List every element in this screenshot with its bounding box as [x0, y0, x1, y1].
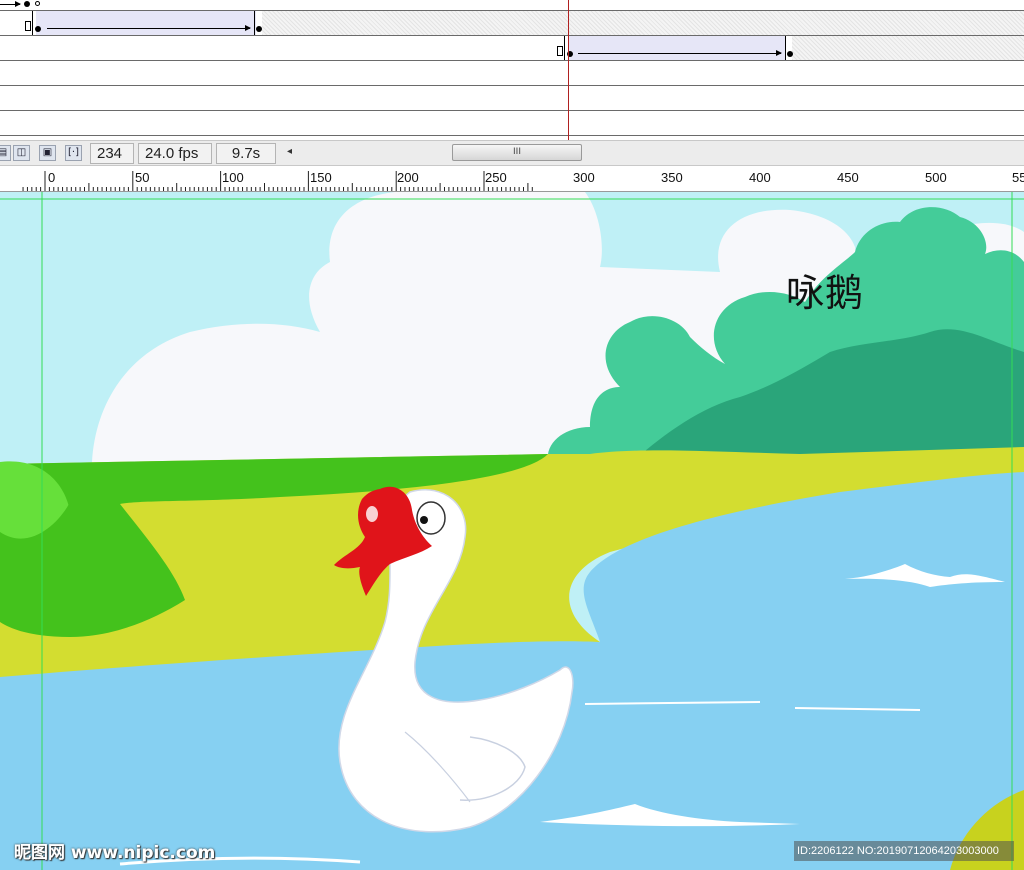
ruler-label: 450 — [837, 170, 859, 185]
ruler-label: 250 — [485, 170, 507, 185]
frame-divider — [564, 36, 565, 60]
frame-span-hatched — [262, 11, 1024, 35]
ruler-ticks — [22, 171, 533, 191]
ruler-label: 0 — [48, 170, 56, 185]
keyframe[interactable] — [787, 51, 793, 57]
keyframe[interactable] — [35, 26, 41, 32]
ruler-label: 350 — [661, 170, 683, 185]
current-frame-field[interactable]: 234 — [90, 143, 134, 164]
frame-divider — [32, 11, 33, 35]
keyframe[interactable] — [256, 26, 262, 32]
tween-arrow — [47, 25, 251, 31]
swan-pupil — [420, 516, 428, 524]
timeline-layer-row[interactable] — [0, 36, 1024, 61]
timeline-layer-row[interactable] — [0, 61, 1024, 86]
tween-arrow — [578, 50, 782, 56]
watermark-logo: 昵图网 www.nipic.com — [14, 843, 216, 863]
elapsed-time-field: 9.7s — [216, 143, 276, 164]
playhead[interactable] — [568, 0, 569, 140]
tween-span[interactable] — [36, 11, 256, 35]
ruler-label: 150 — [310, 170, 332, 185]
timeline-layer-row[interactable] — [0, 111, 1024, 136]
scroll-left-arrow-icon[interactable]: ◂ — [287, 146, 292, 157]
ruler-label: 55 — [1012, 170, 1024, 185]
blank-keyframe[interactable] — [557, 46, 563, 56]
stage-canvas[interactable]: 咏鹅 昵图网 www.nipic.com ID:2206122 NO:20190… — [0, 192, 1024, 870]
tween-arrow — [0, 1, 21, 7]
frame-rate-field[interactable]: 24.0 fps — [138, 143, 212, 164]
edit-multiple-frames-icon[interactable]: ▣ — [39, 145, 56, 161]
beak-highlight — [366, 506, 378, 522]
ruler-label: 50 — [135, 170, 150, 185]
watermark-id: ID:2206122 NO:20190712064203003000 — [794, 841, 1014, 861]
modify-markers-icon[interactable]: [·] — [65, 145, 82, 161]
empty-keyframe[interactable] — [35, 1, 40, 6]
ruler-label: 400 — [749, 170, 771, 185]
tween-span[interactable] — [568, 36, 786, 60]
horizontal-ruler: 0 50 100 150 200 250 300 350 400 450 500… — [0, 166, 1024, 192]
ruler-label: 200 — [397, 170, 419, 185]
ruler-label: 100 — [222, 170, 244, 185]
timeline-layer-row[interactable] — [0, 86, 1024, 111]
timeline-panel[interactable] — [0, 0, 1024, 140]
scene-illustration — [0, 192, 1024, 870]
timeline-layer-row[interactable] — [0, 11, 1024, 36]
frame-divider — [254, 11, 255, 35]
horizontal-scrollbar-thumb[interactable]: III — [452, 144, 582, 161]
onion-skin-icon[interactable]: ▤ — [0, 145, 11, 161]
keyframe[interactable] — [24, 1, 30, 7]
onion-skin-outlines-icon[interactable]: ◫ — [13, 145, 30, 161]
timeline-layer-row[interactable] — [0, 0, 1024, 11]
blank-keyframe[interactable] — [25, 21, 31, 31]
timeline-status-bar: ▤ ◫ ▣ [·] 234 24.0 fps 9.7s ◂ III — [0, 140, 1024, 166]
frame-span-hatched — [792, 36, 1024, 60]
stage-title-text[interactable]: 咏鹅 — [786, 262, 864, 317]
ruler-label: 500 — [925, 170, 947, 185]
ruler-label: 300 — [573, 170, 595, 185]
frame-divider — [785, 36, 786, 60]
